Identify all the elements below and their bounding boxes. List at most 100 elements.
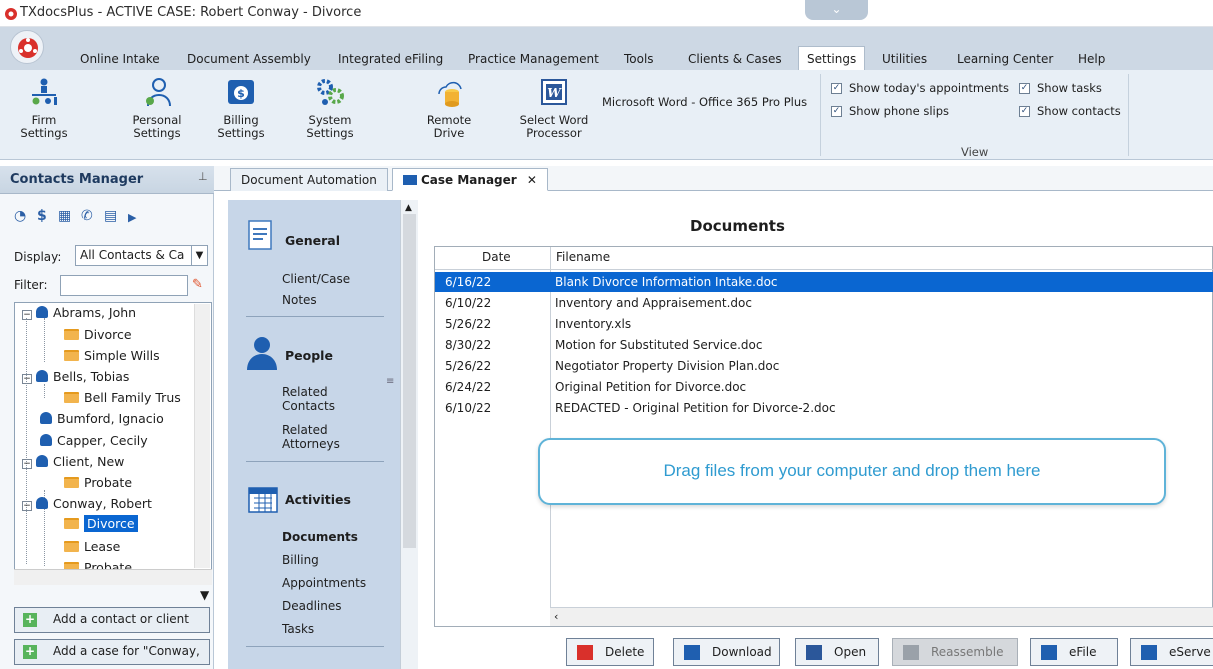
grid-horizontal-scrollbar[interactable]: ‹ [550, 607, 1213, 626]
table-row[interactable]: 5/26/22 Negotiator Property Division Plan… [435, 356, 1213, 376]
scroll-up-icon[interactable]: ▲ [405, 203, 412, 213]
tab-learning-center[interactable]: Learning Center [957, 52, 1053, 66]
show-tasks-checkbox[interactable]: ✓ [1019, 83, 1030, 94]
open-button[interactable]: Open [795, 638, 879, 666]
scroll-thumb[interactable] [403, 214, 416, 548]
tab-online-intake[interactable]: Online Intake [80, 52, 160, 66]
show-phone-slips-checkbox[interactable]: ✓ [831, 106, 842, 117]
show-appointments-checkbox[interactable]: ✓ [831, 83, 842, 94]
splitter-grip-icon[interactable]: ≡ [386, 376, 394, 387]
tree-node-client-new[interactable]: − Client, New [22, 454, 124, 469]
chevron-down-icon[interactable]: ▼ [200, 588, 209, 602]
select-word-processor-button[interactable]: W Select Word Processor [514, 76, 594, 140]
nav-item-documents[interactable]: Documents [282, 530, 358, 544]
remote-drive-button[interactable]: Remote Drive [424, 76, 474, 140]
clear-filter-icon[interactable]: ✎ [192, 277, 203, 292]
case-manager-icon [403, 175, 417, 185]
phone-icon[interactable]: ✆ [81, 208, 93, 224]
nav-item-billing[interactable]: Billing [282, 553, 319, 567]
table-row[interactable]: 6/24/22 Original Petition for Divorce.doc [435, 377, 1213, 397]
collapse-icon[interactable]: − [22, 501, 32, 511]
nav-item-notes[interactable]: Notes [282, 293, 317, 307]
display-select[interactable]: All Contacts & Ca ▼ [75, 245, 208, 266]
tab-case-manager[interactable]: Case Manager ✕ [392, 168, 548, 191]
table-row[interactable]: 6/16/22 Blank Divorce Information Intake.… [435, 272, 1213, 292]
show-contacts-checkbox[interactable]: ✓ [1019, 106, 1030, 117]
collapse-ribbon-button[interactable]: ⌄ [805, 0, 868, 20]
tree-node-bumford[interactable]: Bumford, Ignacio [40, 411, 164, 426]
display-select-value: All Contacts & Ca [80, 248, 185, 262]
filter-input[interactable] [60, 275, 188, 296]
tree-node-case[interactable]: Bell Family Trus [64, 390, 194, 405]
case-folder-icon [64, 518, 79, 529]
tree-node-abrams[interactable]: − Abrams, John [22, 305, 136, 320]
tab-integrated-efiling[interactable]: Integrated eFiling [338, 52, 443, 66]
tab-label: Document Automation [241, 173, 377, 187]
nav-heading-general: General [285, 233, 340, 248]
nav-item-appointments[interactable]: Appointments [282, 576, 366, 590]
add-case-button[interactable]: + Add a case for "Conway, [14, 639, 210, 665]
nav-scrollbar[interactable]: ▲ ≡ [386, 200, 418, 669]
tab-tools[interactable]: Tools [624, 52, 654, 66]
column-header-filename[interactable]: Filename [556, 250, 610, 264]
tree-node-case[interactable]: Simple Wills [64, 348, 160, 363]
person-icon [40, 412, 52, 424]
table-row[interactable]: 6/10/22 Inventory and Appraisement.doc [435, 293, 1213, 313]
tree-node-case-selected[interactable]: Divorce [64, 515, 138, 532]
nav-item-related-attorneys[interactable]: Related Attorneys [282, 423, 352, 451]
tree-node-conway[interactable]: − Conway, Robert [22, 496, 152, 511]
tree-node-case[interactable]: Lease [64, 539, 120, 554]
tree-node-case[interactable]: Divorce [64, 327, 132, 342]
plus-icon: + [23, 644, 37, 659]
tab-settings[interactable]: Settings [798, 46, 866, 70]
nav-item-tasks[interactable]: Tasks [282, 622, 314, 636]
more-arrow-icon[interactable]: ▶ [128, 211, 136, 224]
case-folder-icon [64, 541, 79, 552]
notes-icon[interactable]: ▤ [104, 208, 117, 224]
tab-utilities[interactable]: Utilities [882, 52, 927, 66]
nav-item-client-case[interactable]: Client/Case [282, 272, 350, 286]
collapse-icon[interactable]: − [22, 459, 32, 469]
delete-button[interactable]: Delete [566, 638, 654, 666]
efile-button[interactable]: eFile [1030, 638, 1118, 666]
eserve-button[interactable]: eServe [1130, 638, 1213, 666]
tree-node-label: Abrams, John [53, 305, 137, 320]
table-row[interactable]: 6/10/22 REDACTED - Original Petition for … [435, 398, 1213, 418]
billing-settings-button[interactable]: $ Billing Settings [215, 76, 267, 140]
tab-document-automation[interactable]: Document Automation [230, 168, 388, 191]
collapse-icon[interactable]: − [22, 374, 32, 384]
tab-practice-management[interactable]: Practice Management [468, 52, 599, 66]
tab-document-assembly[interactable]: Document Assembly [187, 52, 311, 66]
personal-settings-button[interactable]: Personal Settings [128, 76, 186, 140]
firm-settings-button[interactable]: Firm Settings [18, 76, 70, 140]
column-header-date[interactable]: Date [482, 250, 511, 264]
close-icon[interactable]: ✕ [527, 173, 537, 187]
tree-node-capper[interactable]: Capper, Cecily [40, 433, 148, 448]
clock-icon[interactable]: ◔ [14, 208, 26, 224]
tree-connector [44, 384, 45, 398]
table-row[interactable]: 5/26/22 Inventory.xls [435, 314, 1213, 334]
reassemble-button[interactable]: Reassemble [892, 638, 1018, 666]
calendar-icon[interactable]: ▦ [58, 208, 71, 224]
nav-item-related-contacts[interactable]: Related Contacts [282, 385, 352, 413]
download-button[interactable]: Download [673, 638, 780, 666]
table-row[interactable]: 8/30/22 Motion for Substituted Service.do… [435, 335, 1213, 355]
download-icon [684, 645, 700, 660]
app-menu-button[interactable] [10, 30, 44, 64]
system-settings-button[interactable]: System Settings [300, 76, 360, 140]
tab-help[interactable]: Help [1078, 52, 1105, 66]
tree-vertical-scrollbar[interactable] [194, 304, 210, 568]
pin-icon[interactable]: ⊥ [198, 170, 208, 183]
add-contact-label: Add a contact or client [53, 612, 189, 626]
file-drop-zone[interactable]: Drag files from your computer and drop t… [538, 438, 1166, 505]
nav-item-deadlines[interactable]: Deadlines [282, 599, 342, 613]
tree-horizontal-scrollbar[interactable] [14, 569, 212, 585]
tree-node-bells[interactable]: − Bells, Tobias [22, 369, 129, 384]
collapse-icon[interactable]: − [22, 310, 32, 320]
add-contact-button[interactable]: + Add a contact or client [14, 607, 210, 633]
tree-node-case[interactable]: Probate [64, 475, 132, 490]
scroll-left-icon[interactable]: ‹ [554, 610, 558, 623]
tab-clients-cases[interactable]: Clients & Cases [688, 52, 782, 66]
tree-node-case[interactable]: Probate [64, 560, 132, 569]
dollar-icon[interactable]: $ [37, 208, 47, 224]
